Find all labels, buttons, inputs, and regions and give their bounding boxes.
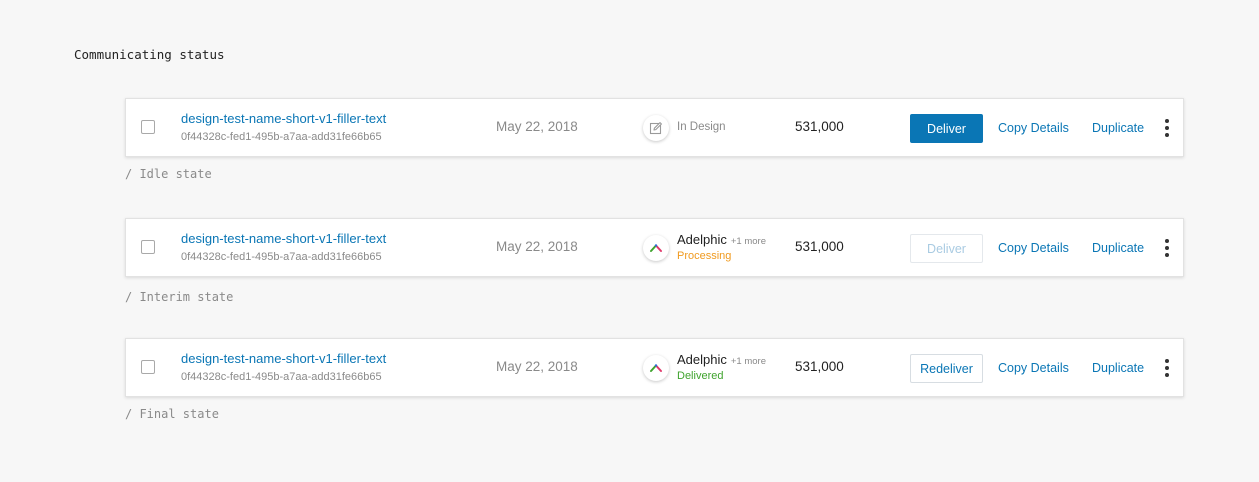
section-title: Communicating status bbox=[74, 47, 225, 62]
segment-id: 0f44328c-fed1-495b-a7aa-add31fe66b65 bbox=[181, 251, 382, 263]
copy-details-link[interactable]: Copy Details bbox=[998, 121, 1069, 135]
segment-count: 531,000 bbox=[795, 239, 844, 254]
state-label: / Interim state bbox=[125, 290, 234, 304]
more-options-icon[interactable] bbox=[1163, 359, 1171, 377]
partner-name: Adelphic +1 more bbox=[677, 352, 766, 367]
segment-count: 531,000 bbox=[795, 359, 844, 374]
partner-name: Adelphic +1 more bbox=[677, 232, 766, 247]
segment-name-link[interactable]: design-test-name-short-v1-filler-text bbox=[181, 231, 386, 246]
more-options-icon[interactable] bbox=[1163, 239, 1171, 257]
segment-name-link[interactable]: design-test-name-short-v1-filler-text bbox=[181, 351, 386, 366]
segment-date: May 22, 2018 bbox=[496, 119, 578, 134]
row-checkbox[interactable] bbox=[141, 360, 155, 374]
segment-row: design-test-name-short-v1-filler-text 0f… bbox=[125, 218, 1184, 277]
status-text: In Design bbox=[677, 121, 726, 133]
status-text: Processing bbox=[677, 250, 732, 262]
status-text: Delivered bbox=[677, 370, 724, 382]
copy-details-link[interactable]: Copy Details bbox=[998, 361, 1069, 375]
deliver-button[interactable]: Deliver bbox=[910, 114, 983, 143]
row-checkbox[interactable] bbox=[141, 120, 155, 134]
segment-id: 0f44328c-fed1-495b-a7aa-add31fe66b65 bbox=[181, 371, 382, 383]
more-options-icon[interactable] bbox=[1163, 119, 1171, 137]
state-label: / Final state bbox=[125, 407, 219, 421]
edit-icon bbox=[643, 115, 669, 141]
duplicate-link[interactable]: Duplicate bbox=[1092, 121, 1144, 135]
more-partners-label[interactable]: +1 more bbox=[731, 236, 766, 247]
duplicate-link[interactable]: Duplicate bbox=[1092, 361, 1144, 375]
state-label: / Idle state bbox=[125, 167, 212, 181]
segment-date: May 22, 2018 bbox=[496, 239, 578, 254]
duplicate-link[interactable]: Duplicate bbox=[1092, 241, 1144, 255]
segment-name-link[interactable]: design-test-name-short-v1-filler-text bbox=[181, 111, 386, 126]
segment-date: May 22, 2018 bbox=[496, 359, 578, 374]
adelphic-logo-icon bbox=[643, 355, 669, 381]
segment-id: 0f44328c-fed1-495b-a7aa-add31fe66b65 bbox=[181, 131, 382, 143]
redeliver-button[interactable]: Redeliver bbox=[910, 354, 983, 383]
segment-row: design-test-name-short-v1-filler-text 0f… bbox=[125, 98, 1184, 157]
more-partners-label[interactable]: +1 more bbox=[731, 356, 766, 367]
deliver-button[interactable]: Deliver bbox=[910, 234, 983, 263]
adelphic-logo-icon bbox=[643, 235, 669, 261]
row-checkbox[interactable] bbox=[141, 240, 155, 254]
copy-details-link[interactable]: Copy Details bbox=[998, 241, 1069, 255]
segment-count: 531,000 bbox=[795, 119, 844, 134]
segment-row: design-test-name-short-v1-filler-text 0f… bbox=[125, 338, 1184, 397]
